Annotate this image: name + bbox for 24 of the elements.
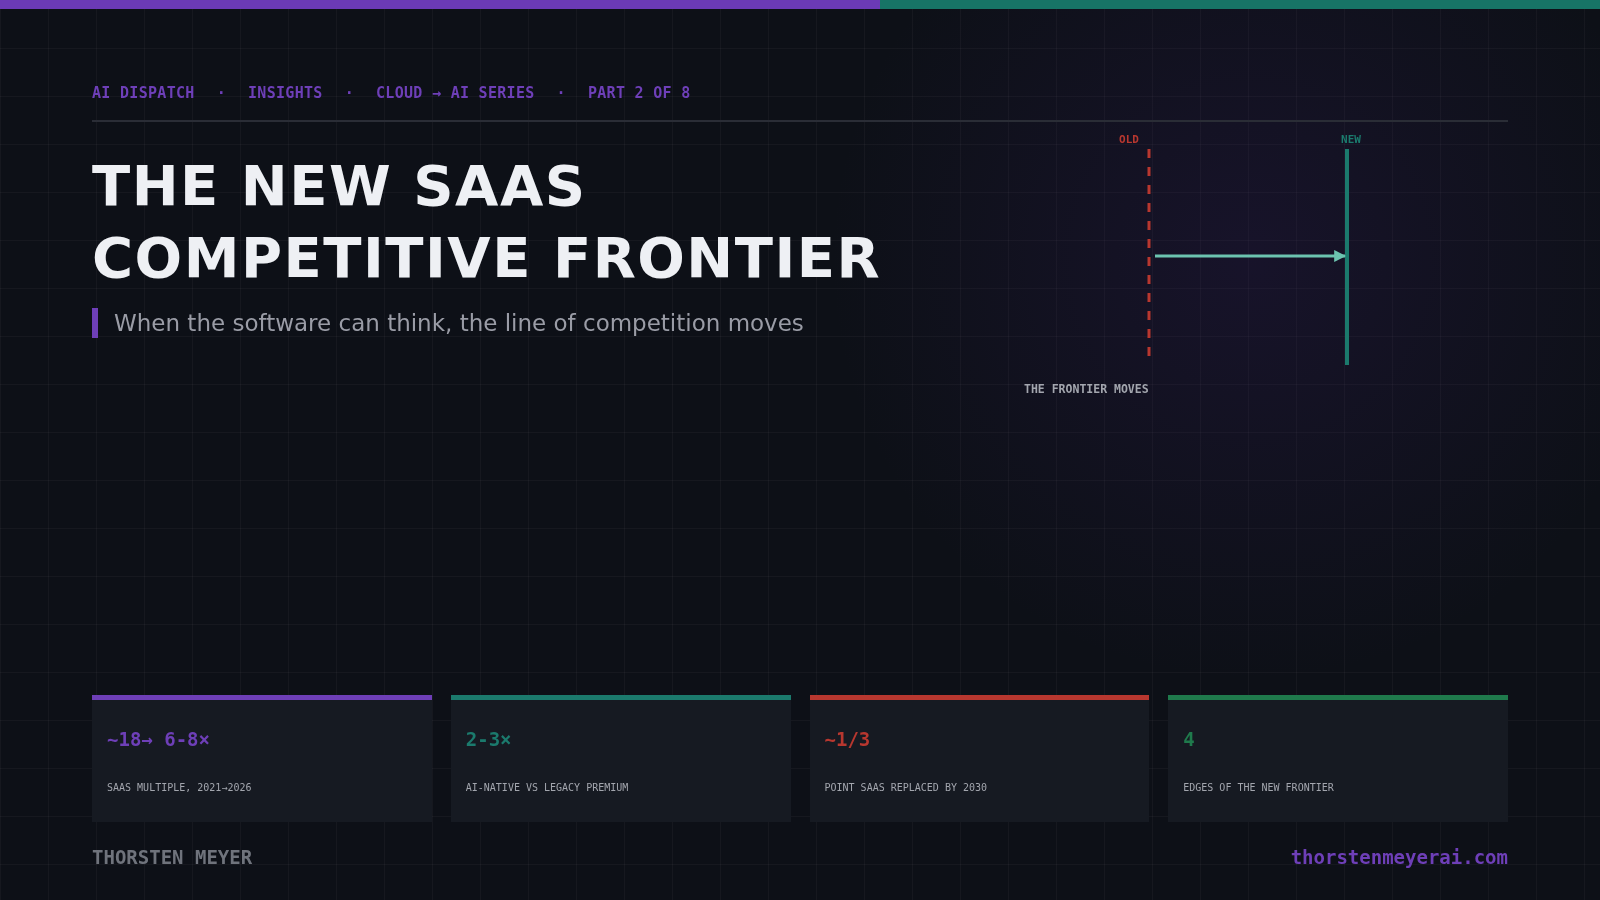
subtitle: When the software can think, the line of competition moves xyxy=(114,310,804,336)
diagram-caption: THE FRONTIER MOVES xyxy=(1024,382,1149,396)
breadcrumb-text: INSIGHTS xyxy=(248,83,323,102)
stat-value: 2-3× xyxy=(465,728,513,750)
stat-label: AI-NATIVE VS LEGACY PREMIUM xyxy=(465,782,630,793)
title-line: THE NEW SAAS xyxy=(92,152,588,220)
separator-dot: · xyxy=(556,83,566,102)
stat-value: ~18→ 6-8× xyxy=(107,728,211,750)
old-label: OLD xyxy=(1119,133,1139,146)
accent-bar xyxy=(92,308,98,338)
breadcrumb-text: PART 2 OF 8 xyxy=(587,83,691,102)
stat-label: SAAS MULTIPLE, 2021→2026 xyxy=(107,782,253,793)
author-name: THORSTEN MEYER xyxy=(92,846,253,868)
separator-dot: · xyxy=(344,83,354,102)
new-label: NEW xyxy=(1341,133,1361,146)
stat-label: EDGES OF THE NEW FRONTIER xyxy=(1183,782,1335,793)
breadcrumb-text: CLOUD → AI SERIES xyxy=(376,83,535,102)
separator-dot: · xyxy=(216,83,226,102)
title-line: COMPETITIVE FRONTIER xyxy=(92,224,882,292)
stat-value: 4 xyxy=(1183,728,1196,750)
breadcrumb-text: AI DISPATCH xyxy=(92,83,195,102)
stat-value: ~1/3 xyxy=(824,728,872,750)
stat-label: POINT SAAS REPLACED BY 2030 xyxy=(824,782,989,793)
website-link[interactable]: thorstenmeyerai.com xyxy=(1290,846,1508,868)
